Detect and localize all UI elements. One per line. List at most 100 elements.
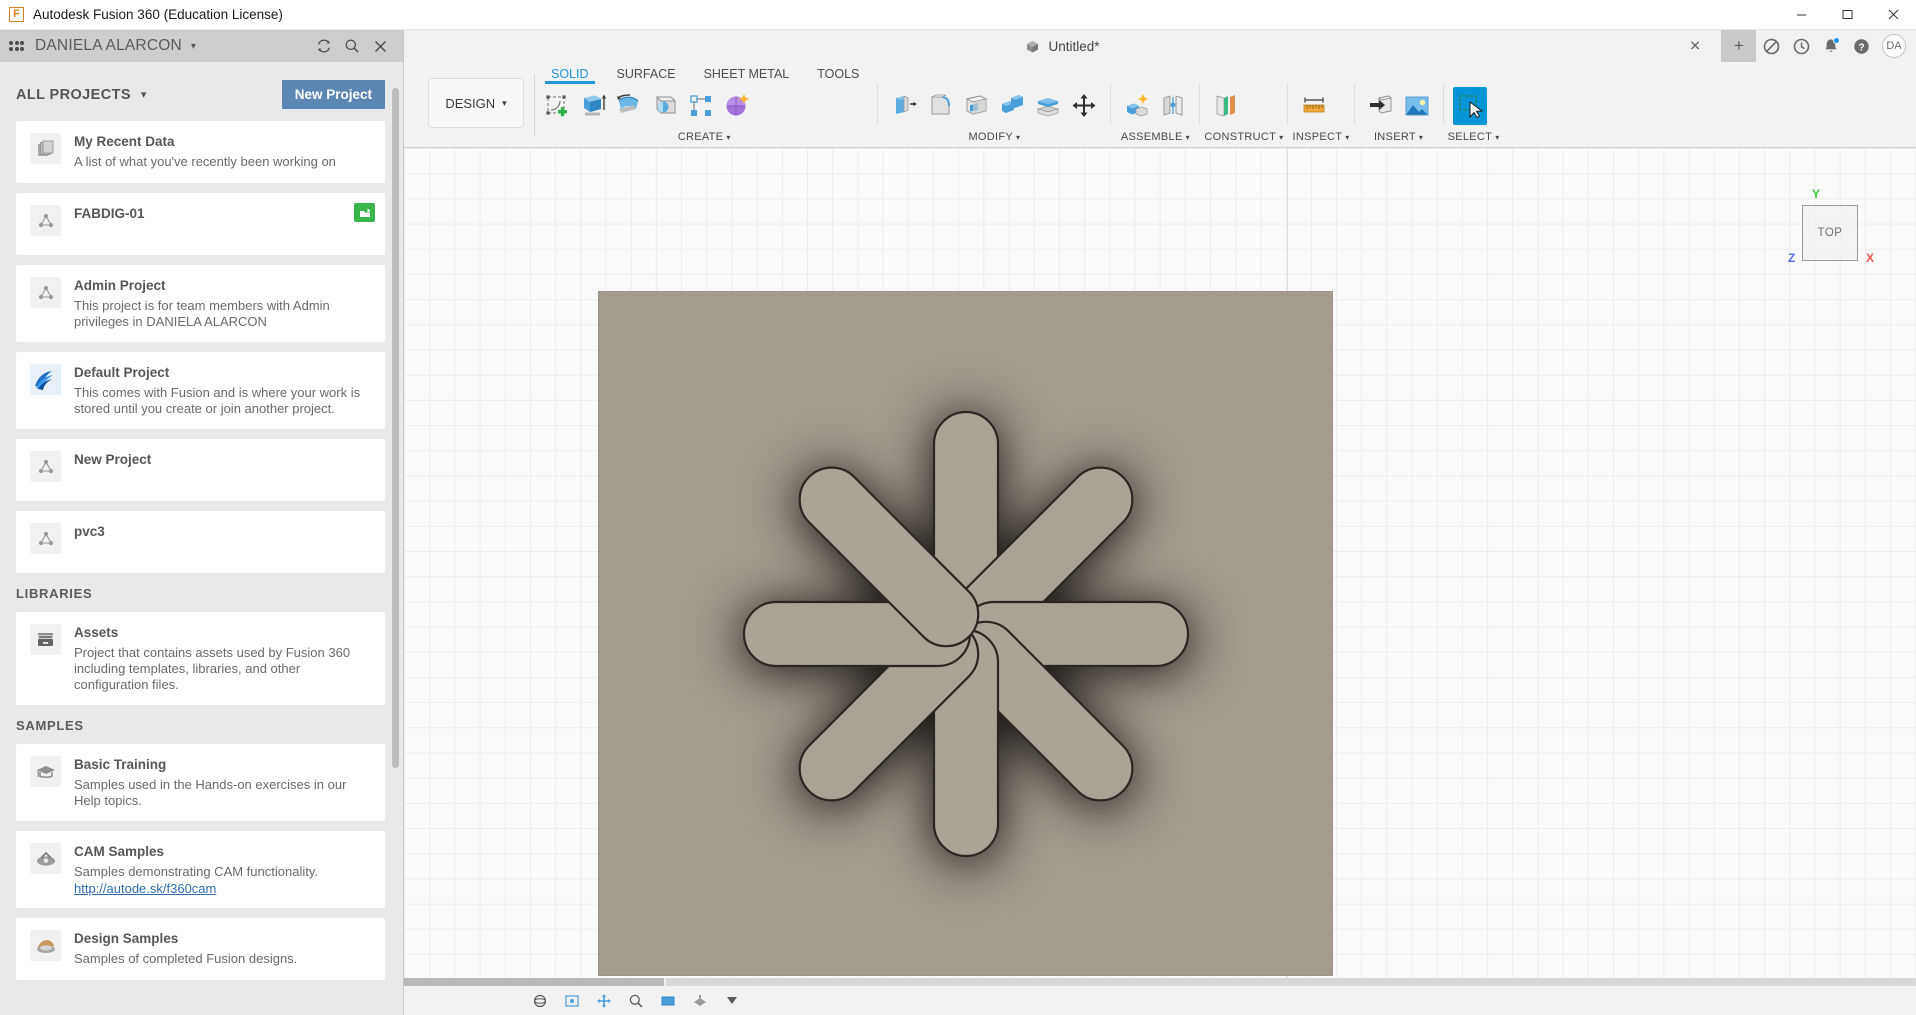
chevron-down-icon[interactable]: ▾ <box>191 41 196 52</box>
chevron-down-icon[interactable]: ▾ <box>141 88 147 101</box>
list-item[interactable]: New Project <box>16 439 385 501</box>
project-triangle-icon <box>30 451 61 482</box>
timeline-scroll-rest <box>666 978 1916 986</box>
list-item-desc: A list of what you've recently been work… <box>74 154 336 169</box>
create-sketch-icon[interactable] <box>540 87 574 125</box>
sweep-icon[interactable] <box>648 87 682 125</box>
search-icon[interactable] <box>338 33 366 59</box>
list-item-body: Design Samples Samples of completed Fusi… <box>74 930 371 968</box>
shell-icon[interactable] <box>959 87 993 125</box>
measure-icon[interactable] <box>1297 87 1331 125</box>
create-label-text: CREATE <box>677 131 724 143</box>
team-grid-icon[interactable] <box>9 39 27 53</box>
list-item-title: My Recent Data <box>74 134 175 149</box>
avatar[interactable]: DA <box>1882 34 1906 58</box>
list-item-title: Assets <box>74 625 119 640</box>
list-item[interactable]: FABDIG-01 <box>16 193 385 255</box>
list-item-title: Basic Training <box>74 757 167 772</box>
refresh-icon[interactable] <box>310 33 338 59</box>
close-panel-icon[interactable] <box>366 33 394 59</box>
maximize-button[interactable] <box>1824 0 1870 30</box>
minimize-button[interactable] <box>1778 0 1824 30</box>
new-project-button[interactable]: New Project <box>281 80 385 109</box>
ribbon-panels: SOLID SURFACE SHEET METAL TOOLS CREATE ▾… <box>535 62 1916 148</box>
tab-solid[interactable]: SOLID <box>537 67 603 84</box>
list-item[interactable]: Default Project This comes with Fusion a… <box>16 352 385 429</box>
look-at-icon[interactable] <box>559 990 585 1012</box>
model-star-solid[interactable] <box>716 384 1216 884</box>
cam-samples-link[interactable]: http://autode.sk/f360cam <box>74 881 371 896</box>
insert-derive-icon[interactable] <box>1364 87 1398 125</box>
workspace-switcher[interactable]: DESIGN ▾ <box>428 78 524 128</box>
orbit-icon[interactable] <box>527 990 553 1012</box>
recent-history-icon[interactable] <box>1786 30 1816 62</box>
list-item[interactable]: CAM Samples Samples demonstrating CAM fu… <box>16 831 385 908</box>
tab-surface[interactable]: SURFACE <box>603 67 690 84</box>
list-item-body: Admin Project This project is for team m… <box>74 277 371 330</box>
extrude-icon[interactable] <box>576 87 610 125</box>
viewports-icon[interactable] <box>719 990 745 1012</box>
modeling-canvas[interactable]: TOP Y X Z <box>404 148 1916 985</box>
view-cube-face-top[interactable]: TOP <box>1802 205 1858 261</box>
list-item[interactable]: Assets Project that contains assets used… <box>16 612 385 705</box>
document-tab-untitled[interactable]: Untitled* ✕ <box>404 30 1722 62</box>
create-form-icon[interactable] <box>720 87 754 125</box>
press-pull-icon[interactable] <box>887 87 921 125</box>
panel-label-construct[interactable]: CONSTRUCT ▾ <box>1204 128 1283 146</box>
graduation-cap-icon <box>30 756 61 787</box>
tab-tools[interactable]: TOOLS <box>803 67 873 84</box>
new-document-tab-button[interactable]: + <box>1722 30 1756 62</box>
list-item[interactable]: Admin Project This project is for team m… <box>16 265 385 342</box>
job-status-icon[interactable] <box>1756 30 1786 62</box>
pan-icon[interactable] <box>591 990 617 1012</box>
list-item[interactable]: Design Samples Samples of completed Fusi… <box>16 918 385 980</box>
fillet-icon[interactable] <box>923 87 957 125</box>
list-item[interactable]: Basic Training Samples used in the Hands… <box>16 744 385 821</box>
list-item-title: pvc3 <box>74 524 105 539</box>
new-component-icon[interactable] <box>1120 87 1154 125</box>
timeline-scroll-thumb[interactable] <box>404 978 664 986</box>
move-copy-icon[interactable] <box>1067 87 1101 125</box>
list-item-desc: Samples used in the Hands-on exercises i… <box>74 777 347 808</box>
close-icon[interactable]: ✕ <box>1689 38 1701 55</box>
panel-label-modify[interactable]: MODIFY ▾ <box>882 128 1106 146</box>
panel-label-create[interactable]: CREATE ▾ <box>535 128 873 146</box>
offset-face-icon[interactable] <box>1031 87 1065 125</box>
panel-label-assemble[interactable]: ASSEMBLE ▾ <box>1115 128 1195 146</box>
maximize-icon <box>1842 10 1852 19</box>
tab-sheet-metal[interactable]: SHEET METAL <box>690 67 804 84</box>
workspace-area: Untitled* ✕ + ? DA DESIGN ▾ SOLID SURFAC… <box>404 30 1916 1015</box>
all-projects-label[interactable]: ALL PROJECTS <box>16 87 131 103</box>
offset-plane-icon[interactable] <box>1209 87 1243 125</box>
list-item[interactable]: My Recent Data A list of what you've rec… <box>16 121 385 183</box>
help-icon[interactable]: ? <box>1846 30 1876 62</box>
model-body[interactable] <box>598 291 1333 976</box>
notifications-bell-icon[interactable] <box>1816 30 1846 62</box>
revolve-icon[interactable] <box>612 87 646 125</box>
list-item[interactable]: pvc3 <box>16 511 385 573</box>
team-name-label[interactable]: DANIELA ALARCON <box>35 37 182 55</box>
panel-label-select[interactable]: SELECT ▾ <box>1448 128 1500 146</box>
data-panel-scrollbar[interactable] <box>392 88 399 768</box>
combine-icon[interactable] <box>995 87 1029 125</box>
select-cursor-icon[interactable] <box>1452 87 1487 125</box>
navigation-bar <box>404 978 1916 1015</box>
joint-icon[interactable] <box>1156 87 1190 125</box>
ribbon-panel-assemble: ASSEMBLE ▾ <box>1115 62 1195 148</box>
zoom-icon[interactable] <box>623 990 649 1012</box>
close-window-button[interactable] <box>1870 0 1916 30</box>
timeline-scroll-track[interactable] <box>404 978 1916 986</box>
panel-divider <box>1110 84 1112 124</box>
panel-label-insert[interactable]: INSERT ▾ <box>1359 128 1439 146</box>
view-cube[interactable]: TOP Y X Z <box>1788 187 1874 271</box>
rectangular-pattern-icon[interactable] <box>684 87 718 125</box>
grid-snap-icon[interactable] <box>687 990 713 1012</box>
inspect-panel-icons <box>1292 84 1349 128</box>
panel-label-inspect[interactable]: INSPECT ▾ <box>1292 128 1349 146</box>
canvas-image-icon[interactable] <box>1400 87 1434 125</box>
display-settings-icon[interactable] <box>655 990 681 1012</box>
list-item-desc: This project is for team members with Ad… <box>74 298 330 329</box>
close-icon <box>1888 9 1898 20</box>
list-item-title: FABDIG-01 <box>74 206 145 221</box>
window-title-bar: F Autodesk Fusion 360 (Education License… <box>0 0 1916 30</box>
